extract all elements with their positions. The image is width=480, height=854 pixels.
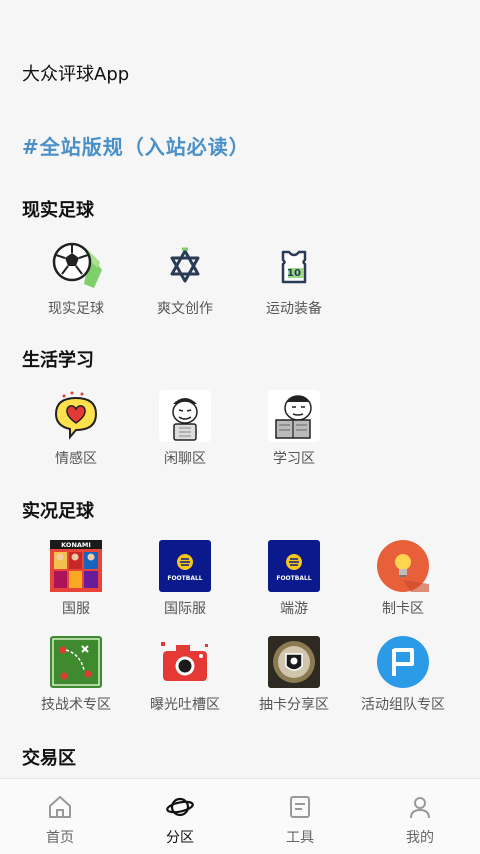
- camera-icon: [159, 636, 211, 688]
- category-label: 抽卡分享区: [259, 697, 329, 713]
- nav-tools[interactable]: 工具: [240, 779, 360, 854]
- category-label: 国际服: [164, 601, 206, 617]
- category-card-making[interactable]: 制卡区: [348, 540, 458, 618]
- category-label: 学习区: [273, 451, 315, 467]
- meme-reading-icon: [268, 390, 320, 442]
- section-title-efootball: 实况足球: [22, 501, 94, 522]
- nav-label: 分区: [166, 830, 194, 846]
- category-label: 闲聊区: [164, 451, 206, 467]
- card-pack-icon: [268, 636, 320, 688]
- svg-text:10: 10: [287, 268, 301, 279]
- heart-bubble-icon: [50, 390, 102, 442]
- tactics-board-icon: [50, 636, 102, 688]
- category-label: 技战术专区: [41, 697, 111, 713]
- category-label: 端游: [280, 601, 308, 617]
- category-emotion[interactable]: 情感区: [21, 390, 131, 468]
- nav-categories[interactable]: 分区: [120, 779, 240, 854]
- flag-icon: [377, 636, 429, 688]
- category-label: 现实足球: [48, 301, 104, 317]
- profile-icon: [406, 793, 434, 821]
- konami-cover-icon: KONAMI: [50, 540, 102, 592]
- category-study[interactable]: 学习区: [239, 390, 349, 468]
- meme-face-icon: [159, 390, 211, 442]
- star-of-david-icon: [159, 240, 211, 292]
- app-title: 大众评球App: [22, 64, 130, 85]
- category-chat[interactable]: 闲聊区: [130, 390, 240, 468]
- category-label: 爽文创作: [157, 301, 213, 317]
- nav-profile[interactable]: 我的: [360, 779, 480, 854]
- category-complaints[interactable]: 曝光吐槽区: [130, 636, 240, 714]
- section-title-real-football: 现实足球: [22, 200, 94, 221]
- lightbulb-icon: [377, 540, 429, 592]
- section-title-life-study: 生活学习: [22, 350, 94, 371]
- category-label: 运动装备: [266, 301, 322, 317]
- category-label: 曝光吐槽区: [150, 697, 220, 713]
- svg-text:KONAMI: KONAMI: [61, 541, 91, 549]
- svg-text:FOOTBALL: FOOTBALL: [276, 575, 311, 582]
- svg-text:FOOTBALL: FOOTBALL: [167, 575, 202, 582]
- category-pack-sharing[interactable]: 抽卡分享区: [239, 636, 349, 714]
- category-label: 情感区: [55, 451, 97, 467]
- efootball-logo-icon: FOOTBALL: [159, 540, 211, 592]
- tools-icon: [286, 793, 314, 821]
- nav-home[interactable]: 首页: [0, 779, 120, 854]
- planet-icon: [166, 793, 194, 821]
- category-tactics[interactable]: 技战术专区: [21, 636, 131, 714]
- soccer-ball-icon: [50, 240, 102, 292]
- category-label: 制卡区: [382, 601, 424, 617]
- category-intl-server[interactable]: FOOTBALL 国际服: [130, 540, 240, 618]
- category-team-events[interactable]: 活动组队专区: [348, 636, 458, 714]
- bottom-nav: 首页 分区 工具 我的: [0, 778, 480, 854]
- category-pc-version[interactable]: FOOTBALL 端游: [239, 540, 349, 618]
- nav-label: 首页: [46, 830, 74, 846]
- efootball-logo-icon: FOOTBALL: [268, 540, 320, 592]
- nav-label: 工具: [286, 830, 314, 846]
- category-label: 国服: [62, 601, 90, 617]
- section-title-trading: 交易区: [22, 748, 76, 769]
- jersey-icon: 10: [268, 240, 320, 292]
- rules-link[interactable]: #全站版规（入站必读）: [22, 131, 250, 160]
- category-sports-gear[interactable]: 10 运动装备: [239, 240, 349, 318]
- category-label: 活动组队专区: [361, 697, 445, 713]
- category-fiction-writing[interactable]: 爽文创作: [130, 240, 240, 318]
- category-cn-server[interactable]: KONAMI 国服: [21, 540, 131, 618]
- home-icon: [46, 793, 74, 821]
- category-real-football[interactable]: 现实足球: [21, 240, 131, 318]
- nav-label: 我的: [406, 830, 434, 846]
